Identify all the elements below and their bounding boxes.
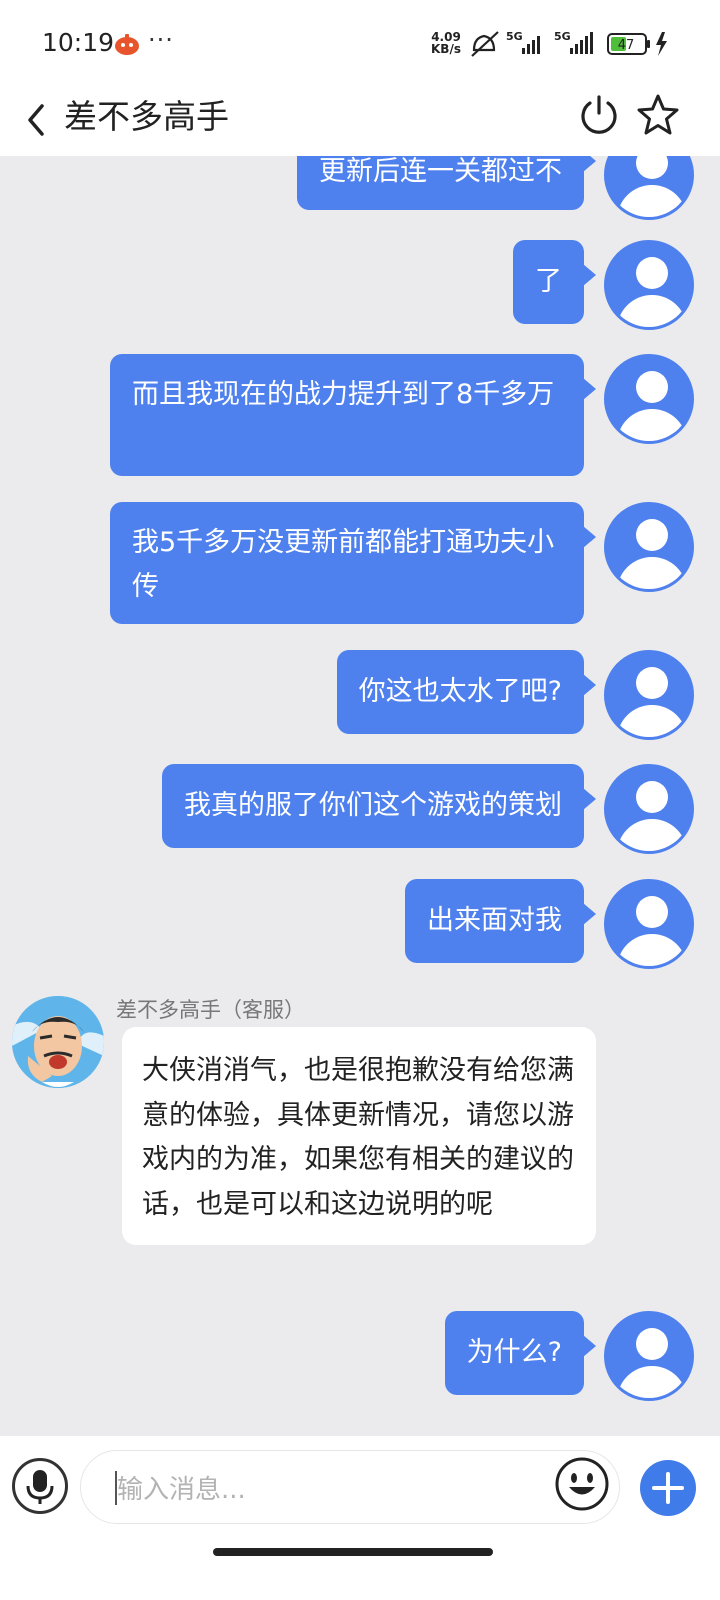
voice-button[interactable] xyxy=(12,1458,68,1514)
mute-icon xyxy=(471,31,499,57)
user-avatar[interactable] xyxy=(604,240,694,330)
power-icon[interactable] xyxy=(578,92,620,138)
status-time: 10:19 xyxy=(42,28,115,57)
message-bubble[interactable]: 而且我现在的战力提升到了8千多万 xyxy=(110,354,596,476)
emoji-icon[interactable] xyxy=(554,1456,610,1512)
agent-message-bubble[interactable]: 大侠消消气，也是很抱歉没有给您满意的体验，具体更新情况，请您以游戏内的为准，如果… xyxy=(122,1027,596,1245)
status-more-icon: ··· xyxy=(148,26,174,54)
user-avatar[interactable] xyxy=(604,650,694,740)
message-bubble[interactable]: 你这也太水了吧? xyxy=(336,650,597,734)
user-avatar[interactable] xyxy=(604,502,694,592)
user-avatar[interactable] xyxy=(604,764,694,854)
message-bubble[interactable]: 为什么? xyxy=(444,1311,597,1395)
message-bubble[interactable]: 更新后连一关都过不 xyxy=(297,156,596,210)
message-bubble[interactable]: 我真的服了你们这个游戏的策划 xyxy=(162,764,596,848)
agent-avatar-image xyxy=(12,996,104,1088)
status-icons: 5G 5G 47 xyxy=(471,30,667,57)
message-bubble[interactable]: 了 xyxy=(513,240,596,324)
message-input[interactable]: 输入消息... xyxy=(80,1450,620,1524)
agent-avatar[interactable] xyxy=(12,996,104,1088)
message-input-placeholder: 输入消息... xyxy=(117,1475,246,1505)
message-bubble[interactable]: 出来面对我 xyxy=(405,879,596,963)
charging-icon xyxy=(656,32,667,56)
microphone-icon xyxy=(26,1470,54,1504)
agent-name: 差不多高手（客服） xyxy=(116,998,305,1022)
battery-icon: 47 xyxy=(607,33,650,55)
network-speed: 4.09 KB/s xyxy=(428,31,464,55)
plus-icon xyxy=(652,1472,684,1504)
home-indicator[interactable] xyxy=(213,1548,493,1556)
signal-5g-icon: 5G xyxy=(554,30,593,54)
user-avatar[interactable] xyxy=(604,354,694,444)
app-notification-icon xyxy=(115,34,139,55)
star-icon[interactable] xyxy=(636,92,680,138)
message-bubble[interactable]: 我5千多万没更新前都能打通功夫小传 xyxy=(110,502,596,624)
page-title: 差不多高手 xyxy=(64,97,229,136)
user-avatar[interactable] xyxy=(604,1311,694,1401)
chevron-left-icon[interactable] xyxy=(22,98,52,142)
user-avatar[interactable] xyxy=(604,156,694,220)
chat-header: 差不多高手 xyxy=(0,86,720,156)
svg-text:5G: 5G xyxy=(506,30,523,43)
user-avatar[interactable] xyxy=(604,879,694,969)
status-bar: 10:19 ··· 4.09 KB/s 5G 5G 47 xyxy=(0,0,720,86)
svg-text:5G: 5G xyxy=(554,30,571,43)
signal-5g-icon: 5G xyxy=(506,30,540,54)
network-speed-unit: KB/s xyxy=(431,42,461,56)
input-bar: 输入消息... xyxy=(0,1436,720,1600)
svg-text:47: 47 xyxy=(618,38,635,53)
add-button[interactable] xyxy=(640,1460,696,1516)
